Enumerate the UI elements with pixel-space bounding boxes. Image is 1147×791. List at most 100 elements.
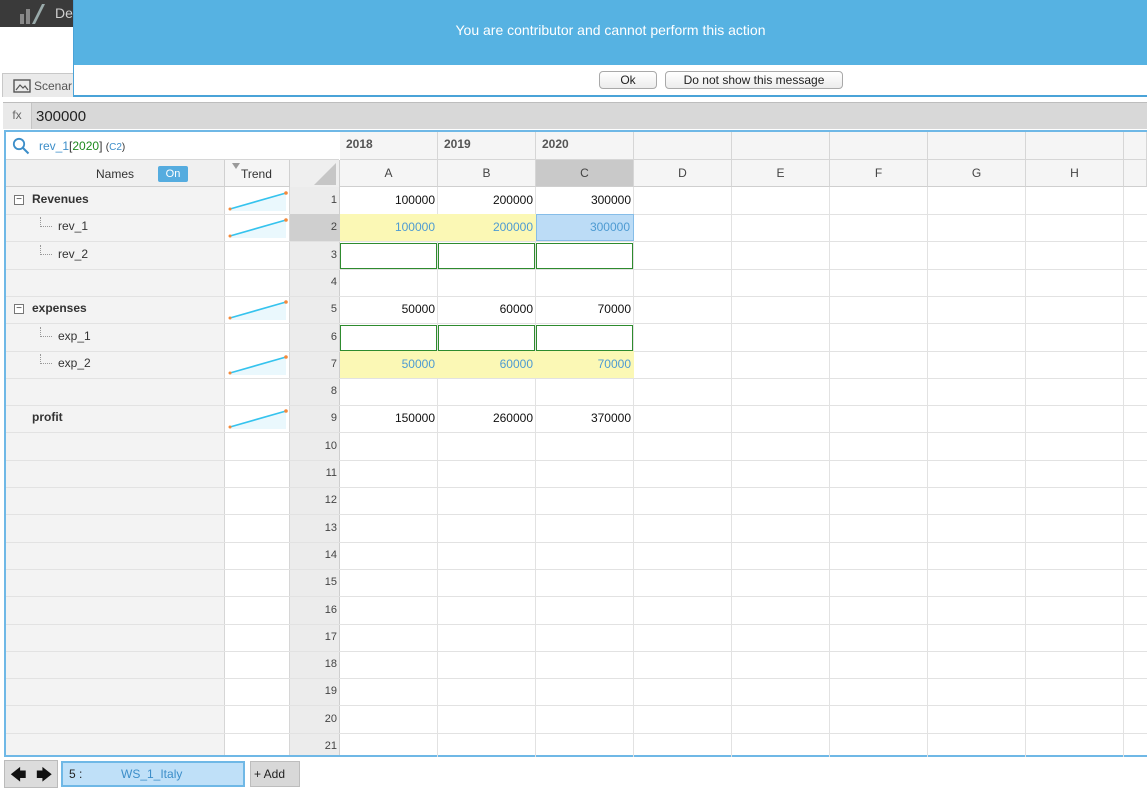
do-not-show-button[interactable]: Do not show this message — [665, 71, 843, 89]
data-cell[interactable]: 50000 — [340, 351, 438, 378]
column-header-h[interactable]: H — [1026, 160, 1124, 187]
row-number[interactable]: 14 — [290, 542, 340, 569]
add-sheet-button[interactable]: + Add — [250, 761, 300, 787]
cell-reference: rev_1[2020] (C2) — [39, 139, 125, 153]
row-separator — [6, 705, 1147, 706]
row-number[interactable]: 17 — [290, 624, 340, 651]
column-header-b[interactable]: B — [438, 160, 536, 187]
data-cell[interactable] — [438, 325, 535, 351]
ref-name: rev_1 — [39, 139, 70, 153]
row-separator — [6, 569, 1147, 570]
row-name[interactable]: exp_2 — [58, 356, 91, 370]
row-number[interactable]: 7 — [290, 351, 340, 378]
row-number[interactable]: 4 — [290, 269, 340, 296]
formula-input[interactable]: 300000 — [36, 108, 86, 125]
data-cell[interactable]: 60000 — [438, 351, 536, 378]
data-cell[interactable] — [536, 325, 633, 351]
trend-sparkline-icon — [228, 355, 288, 375]
row-separator — [6, 678, 1147, 679]
fx-icon[interactable]: fx — [3, 103, 32, 129]
row-name[interactable]: expenses — [32, 301, 87, 315]
row-number[interactable]: 2 — [290, 214, 340, 241]
collapse-icon[interactable]: − — [14, 304, 24, 314]
data-cell[interactable]: 100000 — [340, 187, 438, 214]
data-cell[interactable] — [340, 243, 437, 269]
year-header-empty — [1124, 132, 1147, 160]
search-icon[interactable] — [12, 137, 30, 155]
data-cell[interactable] — [438, 243, 535, 269]
names-toggle[interactable]: On — [158, 166, 188, 182]
data-cell[interactable]: 60000 — [438, 296, 536, 323]
data-cell[interactable] — [340, 325, 437, 351]
data-cell[interactable] — [536, 269, 634, 296]
year-header-empty — [1026, 132, 1124, 160]
ok-button[interactable]: Ok — [599, 71, 657, 89]
row-name[interactable]: profit — [32, 410, 63, 424]
row-number[interactable]: 6 — [290, 324, 340, 351]
column-header-a[interactable]: A — [340, 160, 438, 187]
data-cell[interactable]: 200000 — [438, 187, 536, 214]
data-cell[interactable]: 370000 — [536, 405, 634, 432]
row-number[interactable]: 9 — [290, 405, 340, 432]
data-cell[interactable]: 150000 — [340, 405, 438, 432]
arrow-right-icon[interactable]: 🡆 — [36, 764, 53, 791]
row-separator — [6, 487, 1147, 488]
app-logo-icon — [20, 4, 45, 24]
data-cell[interactable] — [438, 269, 536, 296]
names-column — [6, 187, 225, 755]
data-cell[interactable] — [340, 378, 438, 405]
data-cell[interactable] — [536, 378, 634, 405]
data-cell[interactable]: 300000 — [536, 214, 634, 241]
trend-sparkline-icon — [228, 409, 288, 429]
collapse-icon[interactable]: − — [14, 195, 24, 205]
column-header-c[interactable]: C — [536, 160, 634, 187]
row-name[interactable]: Revenues — [32, 192, 89, 206]
column-header-f[interactable]: F — [830, 160, 928, 187]
row-number[interactable]: 21 — [290, 733, 340, 760]
column-header-e[interactable]: E — [732, 160, 830, 187]
data-cell[interactable] — [438, 378, 536, 405]
data-cell[interactable]: 260000 — [438, 405, 536, 432]
year-header: 2020 — [536, 132, 634, 160]
year-header-empty — [830, 132, 928, 160]
data-cell[interactable]: 100000 — [340, 214, 438, 241]
row-number[interactable]: 1 — [290, 187, 340, 214]
data-cell[interactable]: 70000 — [536, 351, 634, 378]
row-number[interactable]: 19 — [290, 678, 340, 705]
row-name[interactable]: rev_2 — [58, 247, 88, 261]
trend-sparkline-icon — [228, 218, 288, 238]
data-cell[interactable] — [536, 243, 633, 269]
row-number[interactable]: 13 — [290, 515, 340, 542]
filter-icon[interactable] — [232, 163, 240, 169]
row-number[interactable]: 18 — [290, 651, 340, 678]
column-header-d[interactable]: D — [634, 160, 732, 187]
column-header-g[interactable]: G — [928, 160, 1026, 187]
banner-message-area: You are contributor and cannot perform t… — [74, 0, 1147, 65]
row-number[interactable]: 8 — [290, 378, 340, 405]
row-number[interactable]: 12 — [290, 487, 340, 514]
row-number[interactable]: 11 — [290, 460, 340, 487]
data-cell[interactable] — [340, 269, 438, 296]
row-number[interactable]: 20 — [290, 706, 340, 733]
row-name[interactable]: exp_1 — [58, 329, 91, 343]
row-number[interactable]: 10 — [290, 433, 340, 460]
formula-bar — [3, 102, 1147, 129]
tree-connector — [40, 327, 52, 337]
banner-message: You are contributor and cannot perform t… — [455, 22, 766, 38]
trend-column — [225, 187, 290, 755]
row-number[interactable]: 16 — [290, 597, 340, 624]
year-header-empty — [634, 132, 732, 160]
column-header-next[interactable] — [1124, 160, 1147, 187]
data-cell[interactable]: 200000 — [438, 214, 536, 241]
row-number[interactable]: 3 — [290, 242, 340, 269]
row-number[interactable]: 15 — [290, 569, 340, 596]
row-number[interactable]: 5 — [290, 296, 340, 323]
sheet-tab-name: WS_1_Italy — [121, 767, 183, 781]
data-cell[interactable]: 50000 — [340, 296, 438, 323]
row-name[interactable]: rev_1 — [58, 219, 88, 233]
data-cell[interactable]: 70000 — [536, 296, 634, 323]
image-icon — [13, 79, 31, 93]
row-separator — [6, 596, 1147, 597]
data-cell[interactable]: 300000 — [536, 187, 634, 214]
arrow-left-icon[interactable]: 🡄 — [10, 764, 27, 791]
